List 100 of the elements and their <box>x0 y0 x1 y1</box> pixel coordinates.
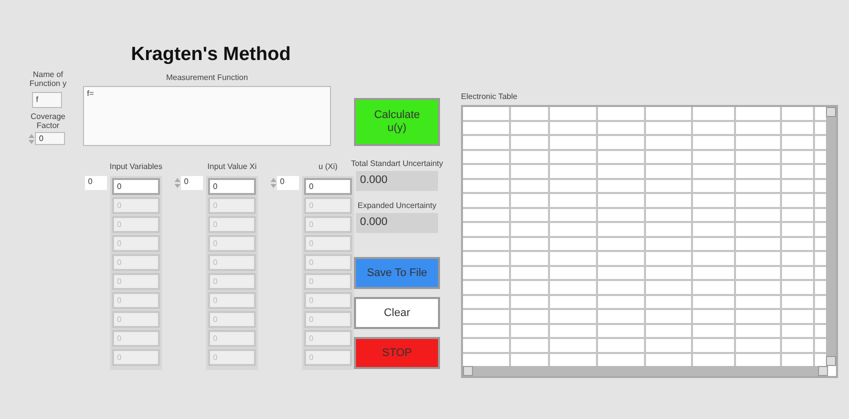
table-cell[interactable] <box>736 107 782 122</box>
table-cell[interactable] <box>598 324 646 339</box>
table-cell[interactable] <box>550 194 598 208</box>
table-cell[interactable] <box>511 194 550 208</box>
coverage-factor-field[interactable]: 0 <box>35 132 65 145</box>
table-cell[interactable] <box>782 296 815 310</box>
table-cell[interactable] <box>646 238 693 252</box>
table-cell[interactable] <box>463 238 511 252</box>
table-cell[interactable] <box>693 180 736 194</box>
table-cell[interactable] <box>598 223 646 238</box>
horizontal-scrollbar[interactable] <box>463 366 828 376</box>
table-cell[interactable] <box>550 180 598 194</box>
table-cell[interactable] <box>598 310 646 324</box>
table-cell[interactable] <box>782 339 815 354</box>
function-name-field[interactable]: f <box>32 92 62 108</box>
table-cell[interactable] <box>693 339 736 354</box>
table-cell[interactable] <box>511 266 550 281</box>
table-cell[interactable] <box>550 107 598 122</box>
table-cell[interactable] <box>463 252 511 266</box>
array-element-field[interactable]: 0 <box>112 178 160 195</box>
table-cell[interactable] <box>693 208 736 223</box>
table-cell[interactable] <box>782 266 815 281</box>
table-cell[interactable] <box>782 136 815 150</box>
table-cell[interactable] <box>693 281 736 296</box>
calculate-button[interactable]: Calculate u(y) <box>354 98 440 146</box>
table-cell[interactable] <box>693 252 736 266</box>
array-element-field[interactable]: 0 <box>304 178 352 195</box>
panel-button[interactable]: Clear <box>354 297 440 329</box>
table-cell[interactable] <box>463 310 511 324</box>
table-cell[interactable] <box>646 150 693 165</box>
table-cell[interactable] <box>693 310 736 324</box>
table-cell[interactable] <box>736 281 782 296</box>
table-cell[interactable] <box>511 107 550 122</box>
table-cell[interactable] <box>646 107 693 122</box>
table-cell[interactable] <box>463 180 511 194</box>
table-cell[interactable] <box>646 252 693 266</box>
table-cell[interactable] <box>463 194 511 208</box>
table-cell[interactable] <box>782 208 815 223</box>
table-cell[interactable] <box>646 136 693 150</box>
table-cell[interactable] <box>782 165 815 180</box>
table-cell[interactable] <box>463 339 511 354</box>
table-cell[interactable] <box>463 122 511 136</box>
table-cell[interactable] <box>736 266 782 281</box>
table-cell[interactable] <box>736 296 782 310</box>
table-cell[interactable] <box>646 180 693 194</box>
table-cell[interactable] <box>511 252 550 266</box>
table-cell[interactable] <box>511 122 550 136</box>
table-cell[interactable] <box>598 165 646 180</box>
table-cell[interactable] <box>736 208 782 223</box>
table-cell[interactable] <box>736 180 782 194</box>
table-cell[interactable] <box>646 122 693 136</box>
table-cell[interactable] <box>550 136 598 150</box>
table-cell[interactable] <box>646 310 693 324</box>
table-cell[interactable] <box>736 165 782 180</box>
panel-button[interactable]: STOP <box>354 337 440 369</box>
table-cell[interactable] <box>598 107 646 122</box>
table-cell[interactable] <box>598 136 646 150</box>
table-cell[interactable] <box>598 339 646 354</box>
table-cell[interactable] <box>463 281 511 296</box>
table-cell[interactable] <box>511 281 550 296</box>
array-index-field[interactable]: 0 <box>85 176 107 190</box>
table-cell[interactable] <box>598 150 646 165</box>
table-cell[interactable] <box>693 122 736 136</box>
table-cell[interactable] <box>782 238 815 252</box>
table-cell[interactable] <box>598 296 646 310</box>
table-cell[interactable] <box>693 238 736 252</box>
array-index-field[interactable]: 0 <box>277 176 299 190</box>
table-cell[interactable] <box>511 324 550 339</box>
table-cell[interactable] <box>463 223 511 238</box>
table-cell[interactable] <box>511 150 550 165</box>
table-cell[interactable] <box>693 266 736 281</box>
table-cell[interactable] <box>463 324 511 339</box>
table-cell[interactable] <box>598 122 646 136</box>
table-cell[interactable] <box>511 238 550 252</box>
table-cell[interactable] <box>550 238 598 252</box>
table-cell[interactable] <box>511 208 550 223</box>
table-cell[interactable] <box>550 122 598 136</box>
table-cell[interactable] <box>646 339 693 354</box>
table-cell[interactable] <box>550 281 598 296</box>
measurement-function-field[interactable]: f= <box>83 86 331 146</box>
table-cell[interactable] <box>511 310 550 324</box>
table-cell[interactable] <box>463 296 511 310</box>
table-cell[interactable] <box>550 324 598 339</box>
table-cell[interactable] <box>550 208 598 223</box>
table-cell[interactable] <box>598 238 646 252</box>
table-cell[interactable] <box>463 136 511 150</box>
table-cell[interactable] <box>463 107 511 122</box>
table-cell[interactable] <box>693 296 736 310</box>
table-cell[interactable] <box>598 208 646 223</box>
table-cell[interactable] <box>736 339 782 354</box>
table-cell[interactable] <box>782 194 815 208</box>
table-cell[interactable] <box>736 238 782 252</box>
table-cell[interactable] <box>693 150 736 165</box>
table-cell[interactable] <box>736 324 782 339</box>
table-cell[interactable] <box>463 266 511 281</box>
table-cell[interactable] <box>646 165 693 180</box>
table-cell[interactable] <box>646 324 693 339</box>
table-cell[interactable] <box>693 165 736 180</box>
table-cell[interactable] <box>646 281 693 296</box>
table-cell[interactable] <box>693 194 736 208</box>
